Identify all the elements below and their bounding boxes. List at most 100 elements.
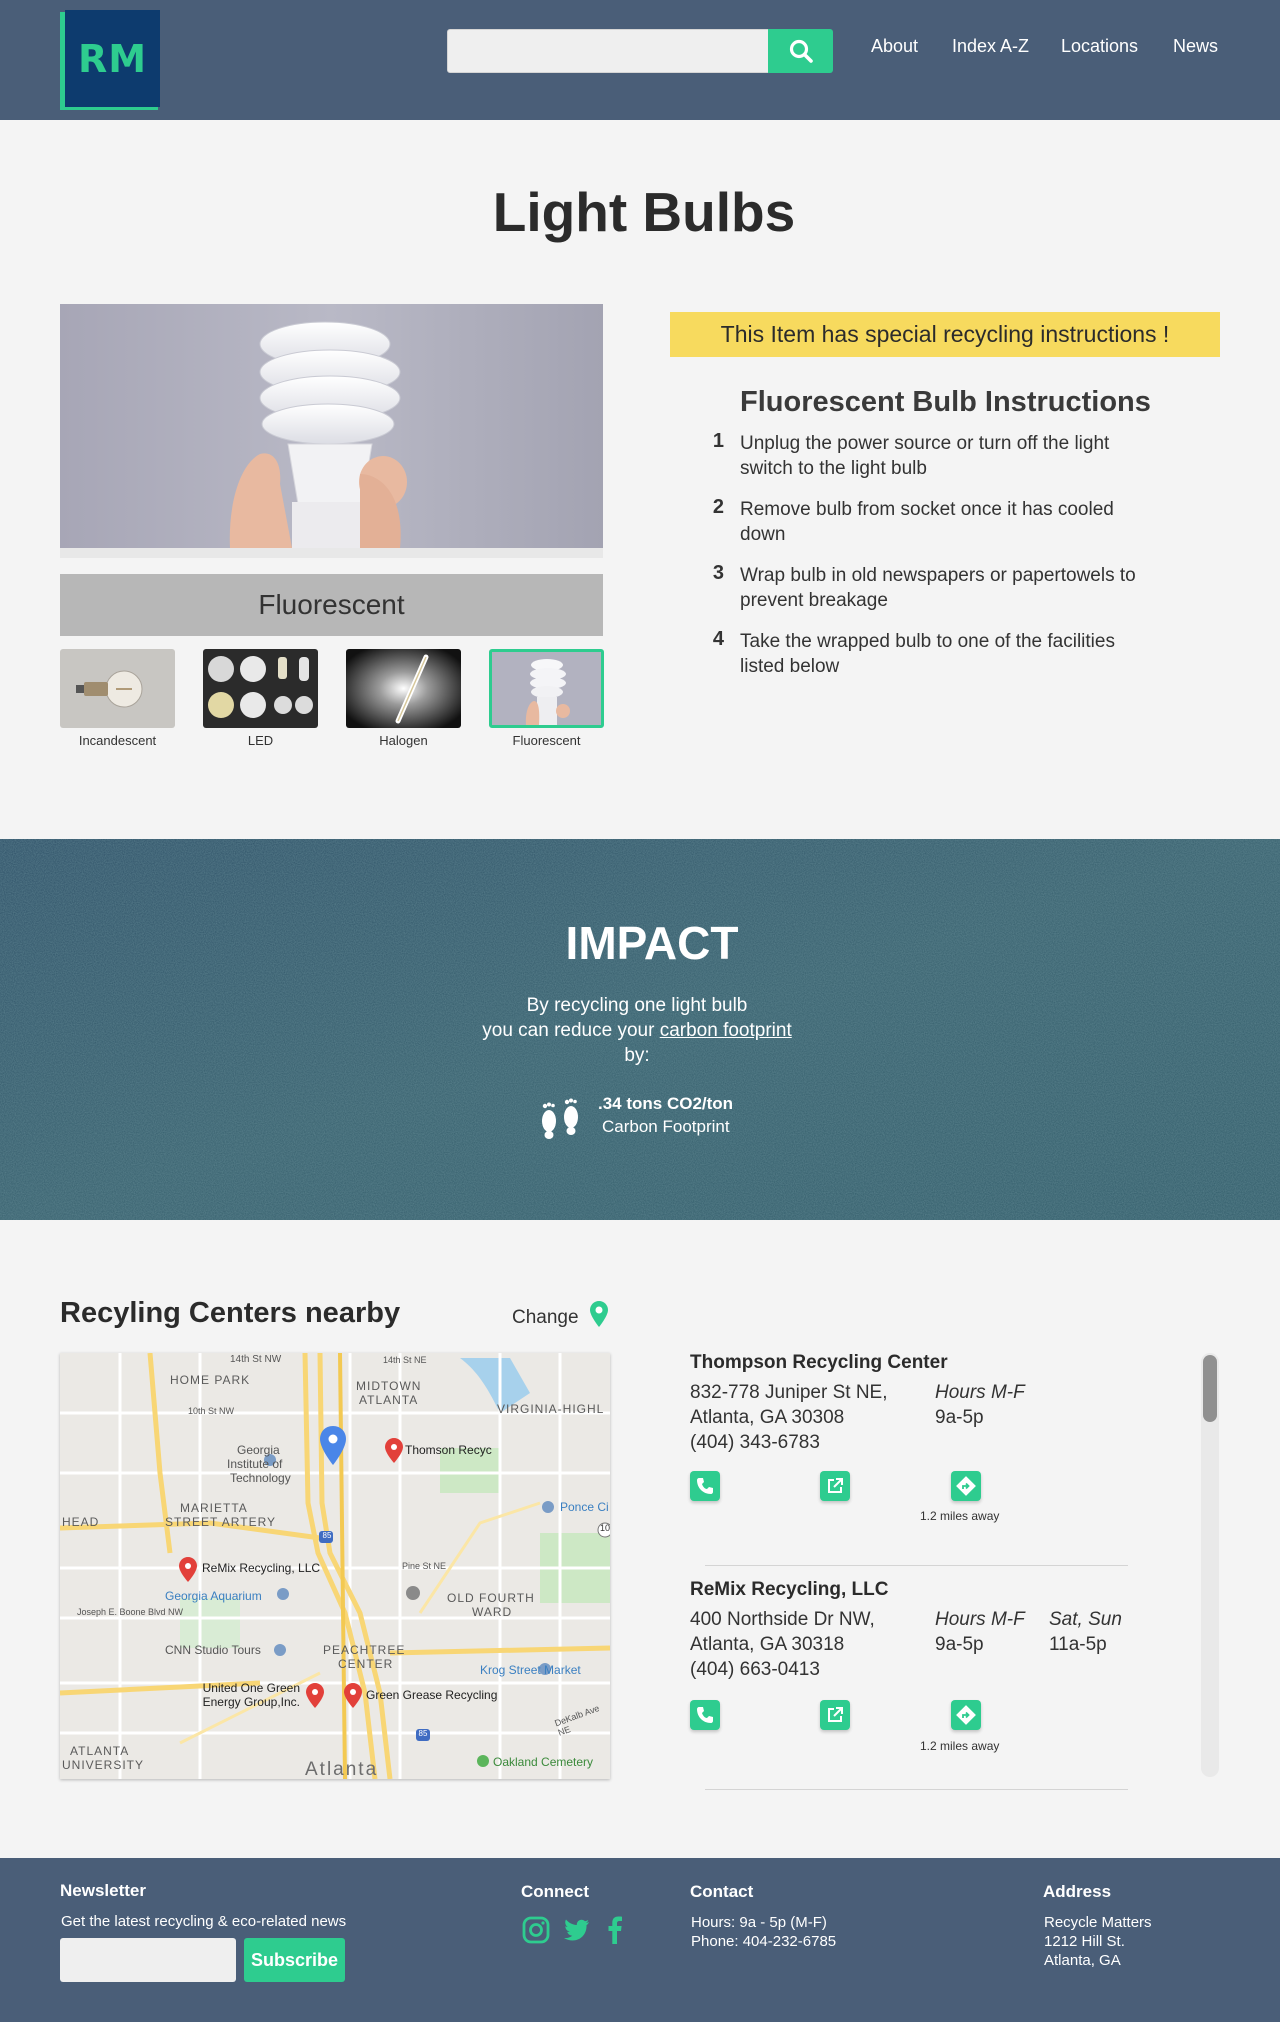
map-pin-label[interactable]: Energy Group,Inc.	[200, 1695, 300, 1709]
directions-icon	[956, 1705, 976, 1725]
map-area-label: HOME PARK	[170, 1373, 251, 1387]
change-location-link[interactable]: Change	[512, 1307, 579, 1329]
search-input[interactable]	[447, 29, 769, 73]
center-address-line2: Atlanta, GA 30308	[690, 1407, 845, 1428]
map-place-label: Oakland Cemetery	[493, 1755, 594, 1769]
card-divider	[705, 1565, 1128, 1566]
step-number: 2	[712, 496, 724, 518]
map-pin-label[interactable]: Thomson Recyc	[405, 1443, 492, 1457]
map-street-label: 10th St NW	[188, 1406, 235, 1416]
map-area-label: HEAD	[62, 1515, 100, 1529]
contact-hours: Hours: 9a - 5p (M-F)	[691, 1914, 827, 1931]
selected-variant-label: Fluorescent	[60, 574, 603, 636]
connect-title: Connect	[521, 1882, 589, 1901]
site-header: RM About Index A-Z Locations News	[0, 0, 1280, 120]
highway-shield: 85	[418, 1729, 428, 1738]
weekend-hours-label: Sat, Sun	[1049, 1609, 1122, 1630]
impact-line-2-prefix: you can reduce your	[482, 1020, 655, 1041]
facebook-icon[interactable]	[600, 1915, 630, 1945]
phone-icon	[697, 1478, 713, 1494]
center-name[interactable]: ReMix Recycling, LLC	[690, 1579, 889, 1601]
instructions-title: Fluorescent Bulb Instructions	[740, 386, 1151, 418]
weekend-hours-value: 11a-5p	[1049, 1634, 1107, 1655]
nav-news[interactable]: News	[1173, 36, 1218, 57]
distance-label: 1.2 miles away	[920, 1509, 1000, 1523]
nav-about[interactable]: About	[871, 36, 918, 57]
special-instructions-notice: This Item has special recycling instruct…	[670, 312, 1220, 357]
map-street-label: Joseph E. Boone Blvd NW	[77, 1607, 184, 1617]
thumb-led[interactable]	[203, 649, 318, 728]
phone-icon	[697, 1707, 713, 1723]
fluorescent-bulb-photo	[60, 304, 603, 548]
map-place-label: Technology	[230, 1471, 291, 1485]
map-area-label: UNIVERSITY	[62, 1758, 145, 1772]
newsletter-title: Newsletter	[60, 1881, 146, 1900]
logo-mark: RM	[65, 10, 160, 107]
thumb-caption-fluorescent: Fluorescent	[512, 733, 581, 748]
step-text: Remove bulb from socket once it has cool…	[740, 499, 1114, 545]
call-button[interactable]	[690, 1471, 720, 1501]
site-logo[interactable]: RM	[60, 10, 160, 110]
footprints-icon	[542, 1098, 578, 1139]
halogen-tube-icon	[346, 649, 461, 728]
external-link-icon	[828, 1478, 843, 1493]
impact-line-1: By recycling one light bulb	[526, 995, 748, 1016]
twitter-icon[interactable]	[561, 1915, 591, 1945]
step-number: 3	[712, 562, 724, 584]
map-pin-label[interactable]: ReMix Recycling, LLC	[202, 1561, 320, 1575]
map-area-label: STREET ARTERY	[165, 1515, 277, 1529]
directions-button[interactable]	[951, 1700, 981, 1730]
nav-index-a-z[interactable]: Index A-Z	[952, 36, 1029, 57]
center-name[interactable]: Thompson Recycling Center	[690, 1352, 948, 1374]
instagram-icon[interactable]	[521, 1915, 551, 1945]
nav-locations[interactable]: Locations	[1061, 36, 1138, 57]
centers-title: Recyling Centers nearby	[60, 1297, 401, 1329]
map-place-label: Georgia	[237, 1443, 280, 1457]
step-number: 1	[712, 430, 724, 452]
website-button[interactable]	[820, 1700, 850, 1730]
website-button[interactable]	[820, 1471, 850, 1501]
address-line: Recycle Matters	[1044, 1914, 1152, 1931]
card-divider	[705, 1789, 1128, 1790]
scrollbar-thumb[interactable]	[1203, 1355, 1217, 1422]
fluorescent-bulb-icon	[492, 652, 601, 725]
search-button[interactable]	[768, 29, 833, 73]
step-number: 4	[712, 628, 724, 650]
map-place-label: Georgia Aquarium	[165, 1589, 262, 1603]
newsletter-text: Get the latest recycling & eco-related n…	[61, 1913, 347, 1930]
map-area-label: MIDTOWN	[356, 1379, 422, 1393]
center-phone: (404) 343-6783	[690, 1432, 820, 1453]
map-place-label: CNN Studio Tours	[165, 1643, 261, 1657]
map-area-label: ATLANTA	[359, 1393, 419, 1407]
image-underline	[60, 548, 603, 558]
subscribe-button[interactable]: Subscribe	[244, 1938, 345, 1982]
map-place-label: Ponce Ci	[560, 1500, 609, 1514]
logo-text: RM	[77, 36, 148, 81]
led-bulbs-icon	[203, 649, 318, 728]
map-pin-label[interactable]: United One Green	[200, 1681, 300, 1695]
carbon-footprint-link[interactable]: carbon footprint	[660, 1020, 792, 1041]
map-area-label: CENTER	[338, 1657, 394, 1671]
map-area-label: VIRGINIA-HIGHL	[497, 1402, 605, 1416]
directions-button[interactable]	[951, 1471, 981, 1501]
thumb-halogen[interactable]	[346, 649, 461, 728]
address-line: Atlanta, GA	[1044, 1952, 1121, 1969]
thumb-caption-incandescent: Incandescent	[78, 733, 157, 748]
page-title: Light Bulbs	[492, 181, 796, 243]
newsletter-email-input[interactable]	[60, 1938, 236, 1982]
centers-map[interactable]: 14th St NW 10th St NW Joseph E. Boone Bl…	[60, 1353, 610, 1779]
call-button[interactable]	[690, 1700, 720, 1730]
map-roads	[60, 1353, 610, 1779]
directions-icon	[956, 1476, 976, 1496]
hours-value: 9a-5p	[935, 1407, 984, 1428]
hours-value: 9a-5p	[935, 1634, 984, 1655]
thumb-incandescent[interactable]	[60, 649, 175, 728]
thumb-fluorescent[interactable]	[489, 649, 604, 728]
map-place-label: Krog Street Market	[480, 1663, 581, 1677]
impact-value-label: Carbon Footprint	[602, 1117, 730, 1136]
hours-label: Hours M-F	[935, 1609, 1025, 1630]
map-street-label: 14th St NE	[383, 1355, 427, 1365]
location-pin-icon[interactable]	[590, 1301, 608, 1327]
map-area-label: WARD	[472, 1605, 513, 1619]
map-pin-label[interactable]: Green Grease Recycling	[366, 1688, 497, 1702]
